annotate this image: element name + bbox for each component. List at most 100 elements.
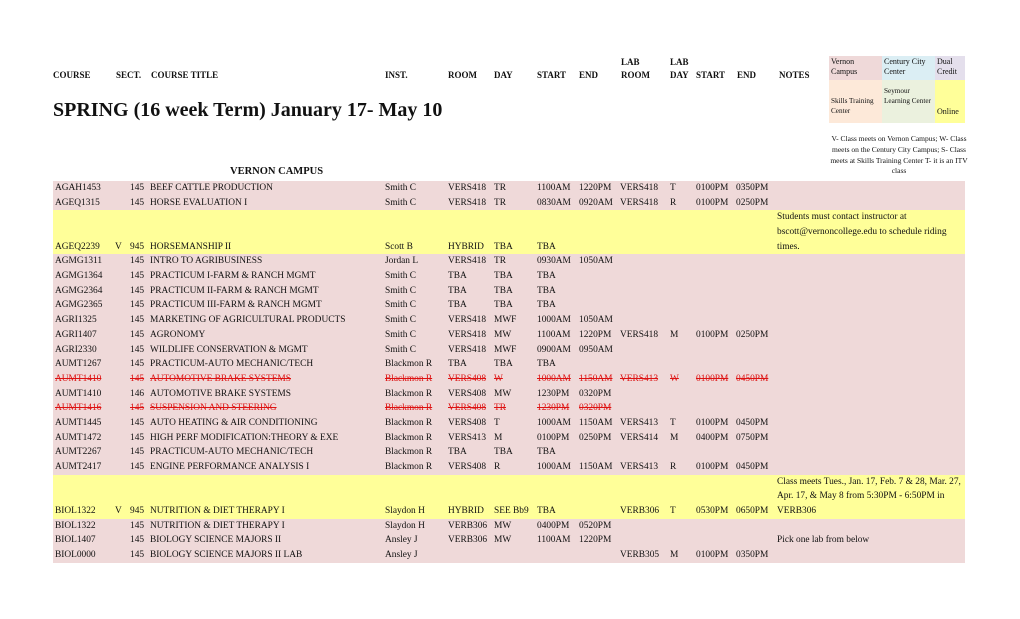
course-code: AUMT1472: [55, 432, 102, 443]
header-lab-room-line1: LAB: [621, 57, 640, 67]
table-row[interactable]: AUMT1472 145 HIGH PERF MODIFICATION:THEO…: [53, 430, 965, 446]
term-title: SPRING (16 week Term) January 17- May 10: [53, 99, 443, 121]
room: VERS408: [448, 388, 487, 399]
lab-start-time: 0100PM: [696, 329, 729, 340]
start-time: TBA: [537, 505, 556, 516]
lab-end-time: 0450PM: [736, 373, 769, 384]
instructor: Smith C: [385, 285, 416, 296]
lab-day: T: [670, 417, 676, 428]
start-time: TBA: [537, 241, 556, 252]
table-row[interactable]: BIOL0000 145 BIOLOGY SCIENCE MAJORS II L…: [53, 548, 965, 563]
course-title: NUTRITION & DIET THERAPY I: [150, 505, 285, 516]
table-row[interactable]: AGEQ1315 145 HORSE EVALUATION I Smith C …: [53, 195, 965, 211]
legend-dual-credit: Dual Credit: [935, 56, 965, 80]
table-row[interactable]: AUMT1410 145 AUTOMOTIVE BRAKE SYSTEMS Bl…: [53, 371, 965, 387]
table-row[interactable]: BIOL1407 145 BIOLOGY SCIENCE MAJORS II A…: [53, 533, 965, 549]
room: VERS418: [448, 329, 487, 340]
course-title: ENGINE PERFORMANCE ANALYSIS I: [150, 462, 310, 472]
lab-end-time: 0650PM: [736, 505, 769, 516]
table-row[interactable]: BIOL1322 145 NUTRITION & DIET THERAPY I …: [53, 518, 965, 534]
start-time: 0400PM: [537, 520, 570, 531]
end-time: 0320PM: [579, 403, 612, 414]
course-code: AUMT1410: [55, 388, 102, 399]
section-number: 145: [130, 417, 145, 428]
lab-room: VERS414: [620, 432, 659, 443]
legend-online: Online: [935, 80, 965, 123]
table-row[interactable]: AGEQ2239 V 945 HORSEMANSHIP II Scott B H…: [53, 210, 965, 255]
instructor: Scott B: [385, 241, 413, 252]
table-row[interactable]: AGMG1364 145 PRACTICUM I-FARM & RANCH MG…: [53, 269, 965, 284]
start-time: TBA: [537, 359, 556, 370]
lab-end-time: 0450PM: [736, 417, 769, 428]
course-title: HORSEMANSHIP II: [150, 241, 232, 252]
section-title: VERNON CAMPUS: [230, 166, 324, 177]
lab-room: VERB305: [620, 550, 660, 561]
course-title: PRACTICUM I-FARM & RANCH MGMT: [150, 271, 316, 282]
day: MW: [494, 520, 512, 531]
room: TBA: [448, 359, 467, 370]
table-row[interactable]: AGMG1311 145 INTRO TO AGRIBUSINESS Jorda…: [53, 254, 965, 270]
instructor: Smith C: [385, 329, 416, 340]
instructor: Smith C: [385, 315, 416, 326]
lab-day: M: [670, 432, 679, 443]
table-row[interactable]: BIOL1322 V 945 NUTRITION & DIET THERAPY …: [53, 474, 965, 519]
room: TBA: [448, 285, 467, 296]
table-row[interactable]: AGRI1325 145 MARKETING OF AGRICULTURAL P…: [53, 313, 965, 328]
table-row[interactable]: AGRI2330 145 WILDLIFE CONSERVATION & MGM…: [53, 342, 965, 358]
lab-start-time: 0100PM: [696, 183, 729, 193]
course-code: AUMT1445: [55, 417, 102, 428]
table-row[interactable]: AUMT1445 145 AUTO HEATING & AIR CONDITIO…: [53, 415, 965, 431]
header-end: END: [579, 70, 599, 80]
table-row[interactable]: AUMT1410 146 AUTOMOTIVE BRAKE SYSTEMS Bl…: [53, 386, 965, 402]
lab-end-time: 0250PM: [736, 197, 769, 208]
course-title: HORSE EVALUATION I: [150, 197, 248, 208]
header-day: DAY: [494, 70, 513, 80]
room: VERB306: [448, 535, 488, 546]
course-code: AGMG1311: [55, 256, 103, 267]
start-time: 1000AM: [537, 373, 571, 384]
table-row[interactable]: AUMT2417 145 ENGINE PERFORMANCE ANALYSIS…: [53, 460, 965, 475]
table-row[interactable]: AUMT2267 145 PRACTICUM-AUTO MECHANIC/TEC…: [53, 445, 965, 460]
end-time: 1150AM: [579, 373, 613, 384]
table-row[interactable]: AUMT1416 145 SUSPENSION AND STEERING Bla…: [53, 401, 965, 416]
course-title: AGRONOMY: [150, 329, 206, 340]
end-time: 0320PM: [579, 388, 612, 399]
header-room: ROOM: [448, 70, 477, 80]
header-notes: NOTES: [779, 70, 810, 80]
table-row[interactable]: AGMG2365 145 PRACTICUM III-FARM & RANCH …: [53, 298, 965, 314]
day: R: [494, 462, 501, 472]
start-time: 1100AM: [537, 535, 571, 546]
lab-day: T: [670, 183, 676, 193]
lab-room: VERS418: [620, 329, 659, 340]
course-code: BIOL1322: [55, 505, 96, 516]
start-time: 1000AM: [537, 315, 571, 326]
course-code: BIOL1322: [55, 520, 96, 531]
notes: Class meets Tues., Jan. 17, Feb. 7 & 28,…: [777, 476, 961, 516]
course-code: AUMT1416: [55, 403, 102, 414]
start-time: 1230PM: [537, 388, 570, 399]
instructor: Slaydon H: [385, 520, 425, 531]
lab-room: VERB306: [620, 505, 660, 516]
day: TBA: [494, 447, 513, 458]
section-number: 145: [130, 535, 145, 546]
table-row[interactable]: AGMG2364 145 PRACTICUM II-FARM & RANCH M…: [53, 283, 965, 299]
course-code: AGRI1325: [55, 315, 97, 326]
table-row[interactable]: AGRI1407 145 AGRONOMY Smith C VERS418 MW…: [53, 327, 965, 343]
start-time: 0930AM: [537, 256, 571, 267]
start-time: TBA: [537, 285, 556, 296]
lab-day: M: [670, 550, 679, 561]
lab-start-time: 0100PM: [696, 417, 729, 428]
header-sect: SECT.: [116, 70, 142, 80]
table-row[interactable]: AGAH1453 145 BEEF CATTLE PRODUCTION Smit…: [53, 181, 965, 196]
end-time: 0250PM: [579, 432, 612, 443]
course-title: BIOLOGY SCIENCE MAJORS II: [150, 535, 282, 546]
table-row[interactable]: AUMT1267 145 PRACTICUM-AUTO MECHANIC/TEC…: [53, 357, 965, 372]
header-course-title: COURSE TITLE: [151, 70, 219, 80]
day: TBA: [494, 300, 513, 311]
lab-start-time: 0400PM: [696, 432, 729, 443]
campus-flag: V: [115, 241, 122, 252]
instructor: Blackmon R: [385, 432, 433, 443]
section-number: 145: [130, 403, 145, 414]
end-time: 1220PM: [579, 329, 612, 340]
lab-end-time: 0350PM: [736, 550, 769, 561]
